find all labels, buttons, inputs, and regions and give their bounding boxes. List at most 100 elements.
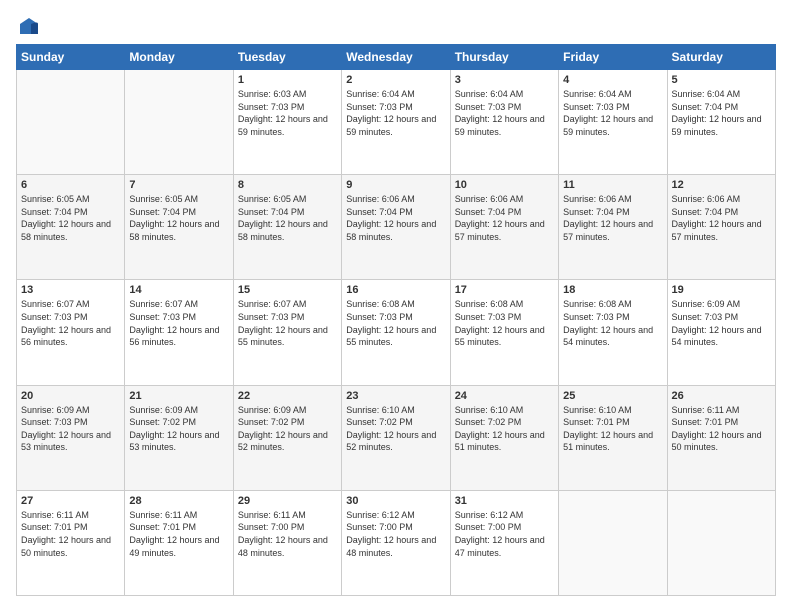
day-info: Sunrise: 6:11 AMSunset: 7:01 PMDaylight:… bbox=[672, 404, 771, 454]
day-number: 9 bbox=[346, 179, 445, 191]
day-info: Sunrise: 6:10 AMSunset: 7:01 PMDaylight:… bbox=[563, 404, 662, 454]
calendar-day-cell: 3Sunrise: 6:04 AMSunset: 7:03 PMDaylight… bbox=[450, 70, 558, 175]
day-number: 16 bbox=[346, 284, 445, 296]
day-number: 19 bbox=[672, 284, 771, 296]
day-info: Sunrise: 6:03 AMSunset: 7:03 PMDaylight:… bbox=[238, 88, 337, 138]
calendar-day-cell: 21 Sunrise: 6:09 AMSunset: 7:02 PMDayligh… bbox=[125, 385, 233, 490]
calendar-day-cell: 22 Sunrise: 6:09 AMSunset: 7:02 PMDayligh… bbox=[233, 385, 341, 490]
calendar-day-cell: 16 Sunrise: 6:08 AMSunset: 7:03 PMDayligh… bbox=[342, 280, 450, 385]
day-info: Sunrise: 6:08 AMSunset: 7:03 PMDaylight:… bbox=[455, 298, 554, 348]
day-number: 25 bbox=[563, 390, 662, 402]
calendar-day-cell: 25 Sunrise: 6:10 AMSunset: 7:01 PMDayligh… bbox=[559, 385, 667, 490]
day-number: 21 bbox=[129, 390, 228, 402]
day-number: 29 bbox=[238, 495, 337, 507]
day-info: Sunrise: 6:11 AMSunset: 7:01 PMDaylight:… bbox=[21, 509, 120, 559]
day-info: Sunrise: 6:06 AMSunset: 7:04 PMDaylight:… bbox=[346, 193, 445, 243]
day-info: Sunrise: 6:10 AMSunset: 7:02 PMDaylight:… bbox=[346, 404, 445, 454]
day-info: Sunrise: 6:05 AMSunset: 7:04 PMDaylight:… bbox=[238, 193, 337, 243]
day-info: Sunrise: 6:04 AMSunset: 7:03 PMDaylight:… bbox=[346, 88, 445, 138]
calendar-day-cell: 5Sunrise: 6:04 AMSunset: 7:04 PMDaylight… bbox=[667, 70, 775, 175]
logo-icon bbox=[18, 16, 40, 38]
calendar-weekday-header: Monday bbox=[125, 45, 233, 70]
day-info: Sunrise: 6:10 AMSunset: 7:02 PMDaylight:… bbox=[455, 404, 554, 454]
calendar-day-cell: 1 Sunrise: 6:03 AMSunset: 7:03 PMDaylight… bbox=[233, 70, 341, 175]
day-info: Sunrise: 6:12 AMSunset: 7:00 PMDaylight:… bbox=[455, 509, 554, 559]
header bbox=[16, 16, 776, 34]
day-number: 11 bbox=[563, 179, 662, 191]
day-info: Sunrise: 6:06 AMSunset: 7:04 PMDaylight:… bbox=[455, 193, 554, 243]
calendar-weekday-header: Sunday bbox=[17, 45, 125, 70]
day-number: 22 bbox=[238, 390, 337, 402]
day-info: Sunrise: 6:06 AMSunset: 7:04 PMDaylight:… bbox=[563, 193, 662, 243]
day-number: 14 bbox=[129, 284, 228, 296]
day-info: Sunrise: 6:07 AMSunset: 7:03 PMDaylight:… bbox=[129, 298, 228, 348]
day-info: Sunrise: 6:09 AMSunset: 7:03 PMDaylight:… bbox=[21, 404, 120, 454]
calendar-day-cell: 15Sunrise: 6:07 AMSunset: 7:03 PMDayligh… bbox=[233, 280, 341, 385]
day-number: 28 bbox=[129, 495, 228, 507]
day-number: 31 bbox=[455, 495, 554, 507]
calendar-day-cell: 17 Sunrise: 6:08 AMSunset: 7:03 PMDayligh… bbox=[450, 280, 558, 385]
calendar-day-cell bbox=[17, 70, 125, 175]
calendar-day-cell: 13 Sunrise: 6:07 AMSunset: 7:03 PMDayligh… bbox=[17, 280, 125, 385]
day-number: 20 bbox=[21, 390, 120, 402]
day-info: Sunrise: 6:05 AMSunset: 7:04 PMDaylight:… bbox=[21, 193, 120, 243]
calendar-weekday-header: Tuesday bbox=[233, 45, 341, 70]
calendar-day-cell: 20 Sunrise: 6:09 AMSunset: 7:03 PMDayligh… bbox=[17, 385, 125, 490]
calendar-day-cell: 18 Sunrise: 6:08 AMSunset: 7:03 PMDayligh… bbox=[559, 280, 667, 385]
calendar-day-cell: 9 Sunrise: 6:06 AMSunset: 7:04 PMDaylight… bbox=[342, 175, 450, 280]
calendar-day-cell: 27 Sunrise: 6:11 AMSunset: 7:01 PMDayligh… bbox=[17, 490, 125, 595]
day-number: 17 bbox=[455, 284, 554, 296]
day-number: 8 bbox=[238, 179, 337, 191]
calendar-week-row: 13 Sunrise: 6:07 AMSunset: 7:03 PMDayligh… bbox=[17, 280, 776, 385]
day-number: 24 bbox=[455, 390, 554, 402]
calendar: SundayMondayTuesdayWednesdayThursdayFrid… bbox=[16, 44, 776, 596]
day-number: 1 bbox=[238, 74, 337, 86]
calendar-day-cell: 30Sunrise: 6:12 AMSunset: 7:00 PMDayligh… bbox=[342, 490, 450, 595]
day-number: 27 bbox=[21, 495, 120, 507]
day-number: 6 bbox=[21, 179, 120, 191]
day-info: Sunrise: 6:09 AMSunset: 7:03 PMDaylight:… bbox=[672, 298, 771, 348]
calendar-weekday-header: Saturday bbox=[667, 45, 775, 70]
day-info: Sunrise: 6:08 AMSunset: 7:03 PMDaylight:… bbox=[563, 298, 662, 348]
day-number: 12 bbox=[672, 179, 771, 191]
calendar-day-cell bbox=[667, 490, 775, 595]
page: SundayMondayTuesdayWednesdayThursdayFrid… bbox=[0, 0, 792, 612]
calendar-weekday-header: Thursday bbox=[450, 45, 558, 70]
day-info: Sunrise: 6:06 AMSunset: 7:04 PMDaylight:… bbox=[672, 193, 771, 243]
calendar-day-cell: 7 Sunrise: 6:05 AMSunset: 7:04 PMDaylight… bbox=[125, 175, 233, 280]
calendar-day-cell: 26Sunrise: 6:11 AMSunset: 7:01 PMDayligh… bbox=[667, 385, 775, 490]
day-info: Sunrise: 6:04 AMSunset: 7:04 PMDaylight:… bbox=[672, 88, 771, 138]
calendar-day-cell: 10 Sunrise: 6:06 AMSunset: 7:04 PMDayligh… bbox=[450, 175, 558, 280]
calendar-week-row: 27 Sunrise: 6:11 AMSunset: 7:01 PMDayligh… bbox=[17, 490, 776, 595]
day-info: Sunrise: 6:08 AMSunset: 7:03 PMDaylight:… bbox=[346, 298, 445, 348]
calendar-weekday-header: Friday bbox=[559, 45, 667, 70]
day-info: Sunrise: 6:07 AMSunset: 7:03 PMDaylight:… bbox=[21, 298, 120, 348]
calendar-day-cell: 2 Sunrise: 6:04 AMSunset: 7:03 PMDaylight… bbox=[342, 70, 450, 175]
calendar-day-cell: 31 Sunrise: 6:12 AMSunset: 7:00 PMDayligh… bbox=[450, 490, 558, 595]
day-info: Sunrise: 6:05 AMSunset: 7:04 PMDaylight:… bbox=[129, 193, 228, 243]
day-number: 13 bbox=[21, 284, 120, 296]
day-number: 18 bbox=[563, 284, 662, 296]
day-number: 15 bbox=[238, 284, 337, 296]
calendar-day-cell bbox=[125, 70, 233, 175]
day-number: 23 bbox=[346, 390, 445, 402]
day-number: 7 bbox=[129, 179, 228, 191]
day-info: Sunrise: 6:04 AMSunset: 7:03 PMDaylight:… bbox=[455, 88, 554, 138]
day-number: 2 bbox=[346, 74, 445, 86]
day-info: Sunrise: 6:09 AMSunset: 7:02 PMDaylight:… bbox=[238, 404, 337, 454]
calendar-weekday-header: Wednesday bbox=[342, 45, 450, 70]
day-number: 4 bbox=[563, 74, 662, 86]
calendar-day-cell: 6 Sunrise: 6:05 AMSunset: 7:04 PMDaylight… bbox=[17, 175, 125, 280]
day-info: Sunrise: 6:04 AMSunset: 7:03 PMDaylight:… bbox=[563, 88, 662, 138]
day-info: Sunrise: 6:09 AMSunset: 7:02 PMDaylight:… bbox=[129, 404, 228, 454]
calendar-day-cell: 28 Sunrise: 6:11 AMSunset: 7:01 PMDayligh… bbox=[125, 490, 233, 595]
day-number: 10 bbox=[455, 179, 554, 191]
day-info: Sunrise: 6:11 AMSunset: 7:01 PMDaylight:… bbox=[129, 509, 228, 559]
calendar-day-cell: 19 Sunrise: 6:09 AMSunset: 7:03 PMDayligh… bbox=[667, 280, 775, 385]
calendar-week-row: 20 Sunrise: 6:09 AMSunset: 7:03 PMDayligh… bbox=[17, 385, 776, 490]
calendar-day-cell: 23 Sunrise: 6:10 AMSunset: 7:02 PMDayligh… bbox=[342, 385, 450, 490]
calendar-day-cell: 29 Sunrise: 6:11 AMSunset: 7:00 PMDayligh… bbox=[233, 490, 341, 595]
day-info: Sunrise: 6:11 AMSunset: 7:00 PMDaylight:… bbox=[238, 509, 337, 559]
calendar-day-cell: 24 Sunrise: 6:10 AMSunset: 7:02 PMDayligh… bbox=[450, 385, 558, 490]
calendar-day-cell bbox=[559, 490, 667, 595]
